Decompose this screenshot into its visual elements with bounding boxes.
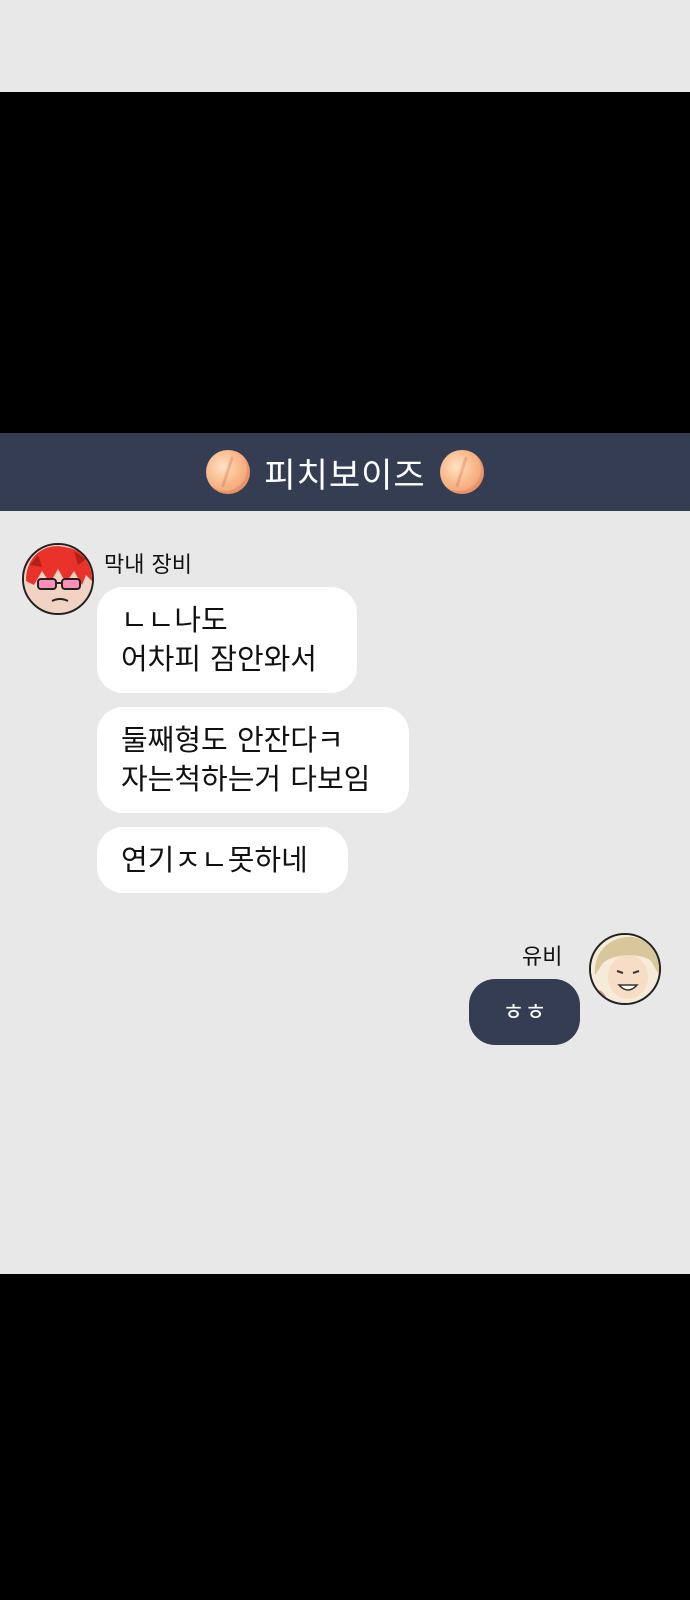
message-line: 둘째형도 안잔다ㅋ bbox=[121, 723, 344, 757]
peach-icon bbox=[439, 450, 484, 494]
top-margin bbox=[0, 0, 690, 92]
message-line: 연기ㅈㄴ못하네 bbox=[121, 843, 308, 877]
message-bubble: 둘째형도 안잔다ㅋ 자는척하는거 다보임 bbox=[97, 707, 409, 813]
chat-header: 피치보이즈 bbox=[0, 433, 690, 511]
avatar-yubi[interactable] bbox=[589, 933, 661, 1005]
chat-title: 피치보이즈 bbox=[264, 455, 426, 496]
avatar-jangbi[interactable] bbox=[22, 543, 94, 615]
sender-name-jangbi: 막내 장비 bbox=[104, 553, 192, 578]
sender-name-yubi: 유비 bbox=[522, 945, 563, 970]
message-line: ㅎㅎ bbox=[502, 997, 547, 1026]
avatar-yubi-portrait bbox=[591, 935, 659, 1003]
chat-panel: 피치보이즈 막내 장비 ㄴㄴ나도 어차피 잠안와서 둘째형도 안잔다ㅋ 자는척하… bbox=[0, 433, 690, 1274]
message-line: 어차피 잠안와서 bbox=[121, 642, 317, 676]
message-bubble: 연기ㅈㄴ못하네 bbox=[97, 827, 348, 893]
peach-icon bbox=[206, 450, 251, 494]
message-bubble-outgoing: ㅎㅎ bbox=[469, 979, 580, 1045]
message-bubble: ㄴㄴ나도 어차피 잠안와서 bbox=[97, 587, 357, 693]
message-line: ㄴㄴ나도 bbox=[121, 603, 228, 637]
avatar-jangbi-portrait bbox=[24, 545, 92, 613]
message-line: 자는척하는거 다보임 bbox=[121, 762, 371, 796]
black-panel-bottom bbox=[0, 1274, 690, 1600]
black-panel-top bbox=[0, 92, 690, 433]
